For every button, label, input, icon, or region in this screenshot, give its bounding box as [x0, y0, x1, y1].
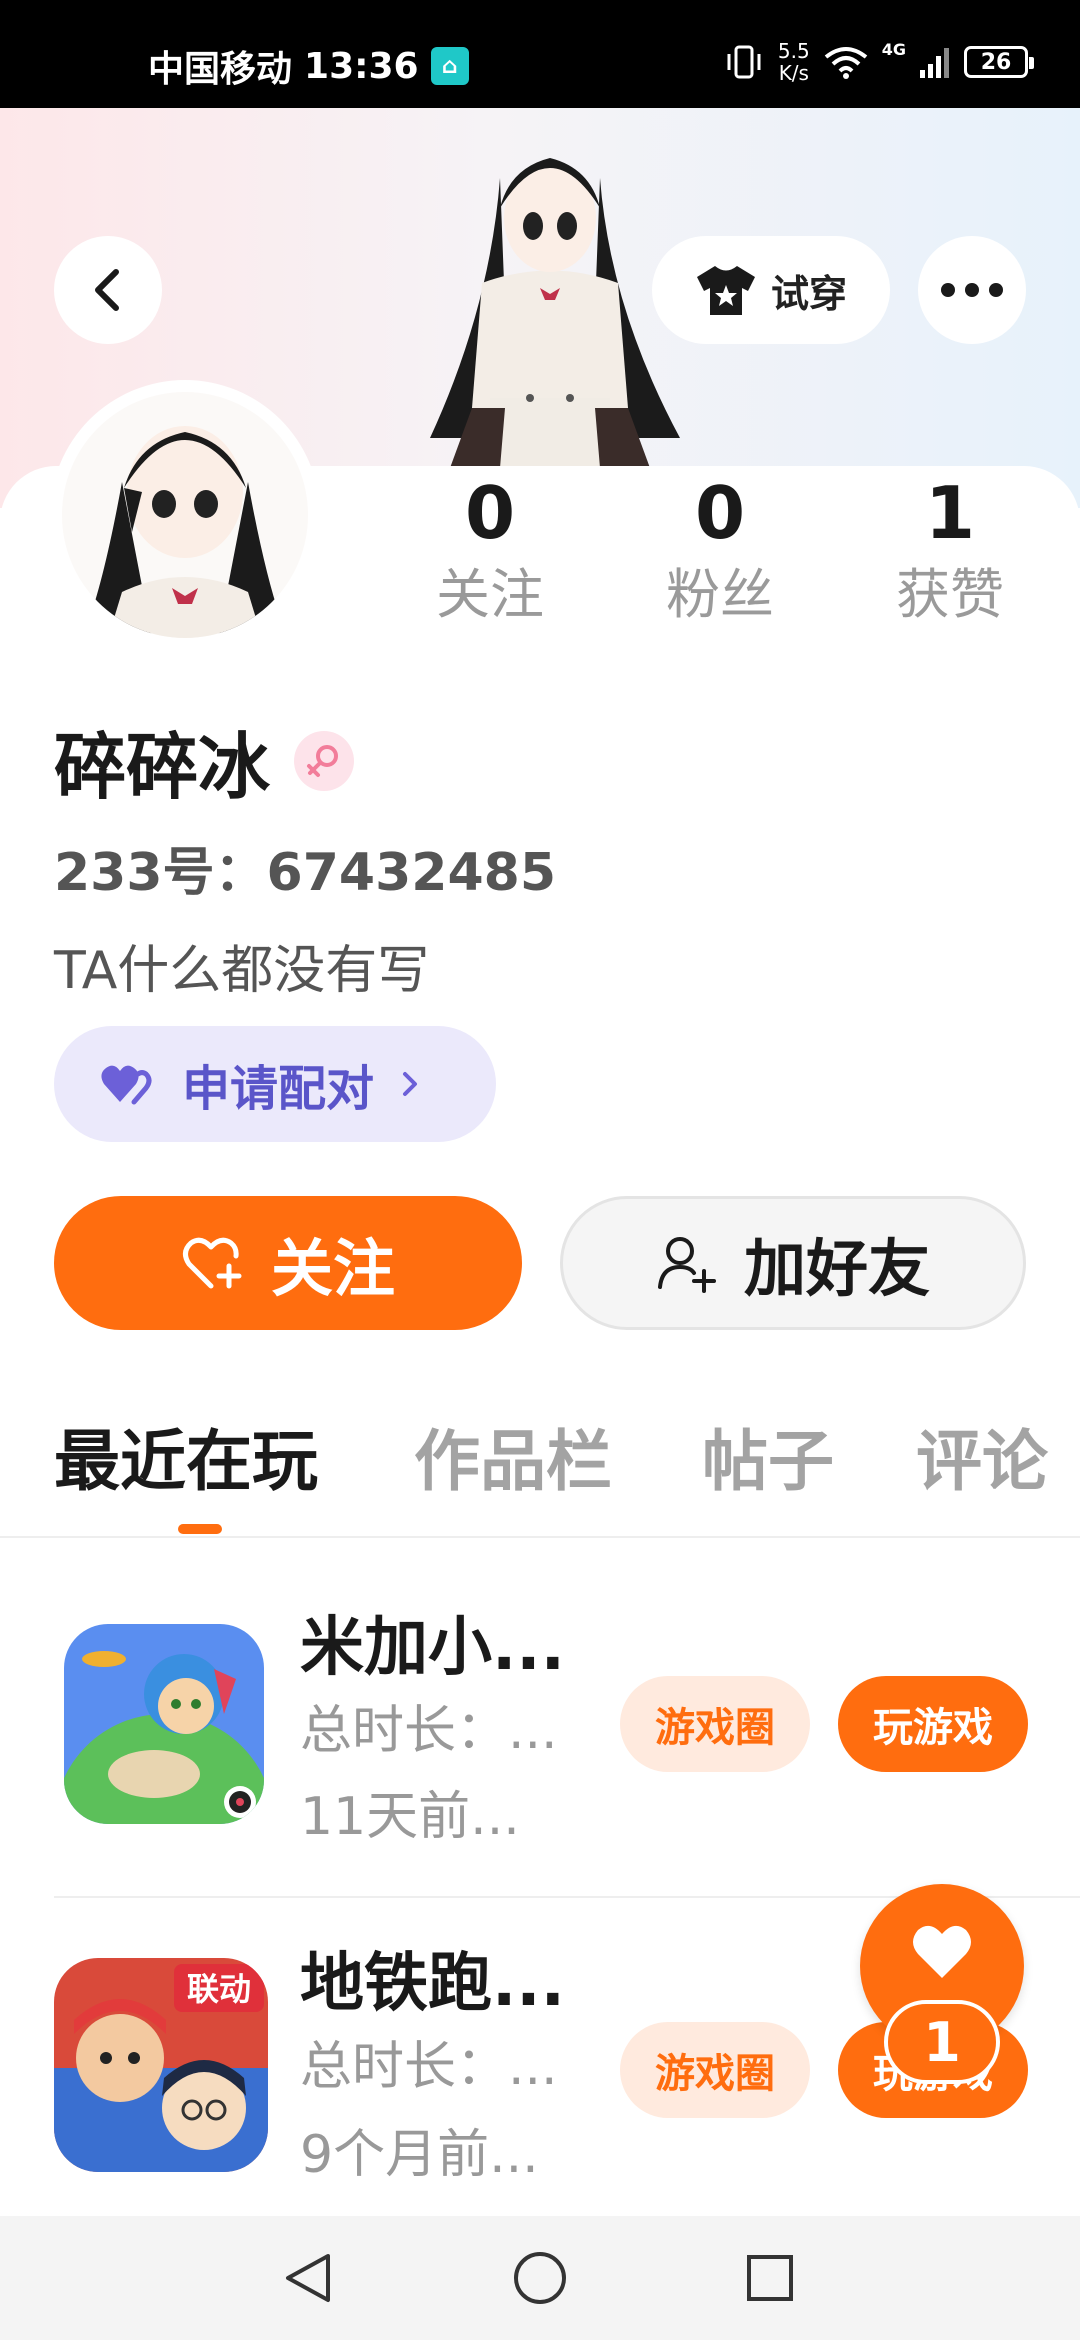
game-icon-miga	[64, 1624, 264, 1824]
square-recents-icon	[747, 2255, 793, 2301]
nav-back-button[interactable]	[276, 2246, 340, 2310]
status-left: 中国移动 13:36 ⌂	[148, 40, 469, 92]
apply-pair-label: 申请配对	[182, 1061, 375, 1117]
network-type: 4G	[881, 40, 906, 59]
nav-recents-button[interactable]	[738, 2246, 802, 2310]
game-icon-badge: 联动	[187, 1970, 251, 2008]
signal-icon	[920, 48, 949, 78]
net-speed-value: 5.5	[777, 39, 810, 63]
game-icon-subway: 联动	[54, 1958, 268, 2172]
username: 碎碎冰	[54, 725, 271, 809]
net-speed: 5.5 K/s	[778, 40, 810, 84]
apply-pair-button[interactable]: 申请配对	[54, 1026, 496, 1142]
back-button[interactable]	[54, 236, 162, 344]
heart-icon	[913, 1925, 971, 1978]
game-last-played: 11天前...	[300, 1787, 520, 1847]
user-id: 233号：67432485	[54, 830, 556, 905]
game-last-played: 9个月前...	[300, 2125, 539, 2185]
add-friend-label: 加好友	[743, 1232, 930, 1305]
tab-recently-played[interactable]: 最近在玩	[54, 1418, 318, 1506]
net-speed-unit: K/s	[778, 61, 809, 85]
battery-level: 26	[980, 49, 1012, 75]
game-circle-button[interactable]: 游戏圈	[620, 2022, 810, 2118]
profile-tabs: 最近在玩 作品栏 帖子 评论	[0, 1418, 1080, 1538]
female-icon	[294, 730, 355, 791]
triangle-back-icon	[286, 2254, 330, 2302]
circle-home-icon	[514, 2252, 566, 2304]
stat-fans[interactable]: 0 粉丝	[630, 470, 810, 630]
tab-comments[interactable]: 评论	[916, 1418, 1048, 1506]
nav-home-button[interactable]	[508, 2246, 572, 2310]
add-friend-button[interactable]: 加好友	[560, 1196, 1026, 1330]
active-tab-indicator	[178, 1524, 222, 1534]
stat-following-label: 关注	[436, 563, 544, 626]
tab-posts[interactable]: 帖子	[702, 1418, 834, 1506]
tshirt-star-icon	[696, 266, 755, 315]
game-name: 米加小...	[300, 1611, 565, 1685]
stat-likes[interactable]: 1 获赞	[860, 470, 1040, 630]
heart-plus-icon	[182, 1237, 242, 1289]
list-item[interactable]: 米加小... 总时长：... 11天前... 游戏圈 玩游戏	[54, 1572, 1080, 1902]
like-count-badge: 1	[884, 2000, 1000, 2084]
more-dots-icon	[941, 283, 1003, 297]
stat-likes-label: 获赞	[896, 563, 1004, 626]
game-playtime: 总时长：...	[300, 2037, 558, 2097]
game-name: 地铁跑...	[300, 1947, 565, 2021]
user-id-value: 67432485	[266, 843, 556, 903]
user-id-label: 233号：	[54, 843, 267, 903]
clock: 13:36	[304, 45, 419, 87]
game-playtime: 总时长：...	[300, 1701, 558, 1761]
tryon-button[interactable]: 试穿	[652, 236, 890, 344]
system-nav-bar	[0, 2216, 1080, 2340]
more-button[interactable]	[918, 236, 1026, 344]
tab-works[interactable]: 作品栏	[414, 1418, 612, 1506]
chevron-left-icon	[95, 269, 119, 311]
double-heart-icon	[101, 1065, 152, 1105]
tryon-label: 试穿	[770, 271, 847, 316]
follow-label: 关注	[270, 1232, 395, 1305]
chevron-right-icon	[403, 1072, 418, 1096]
battery-indicator: 26	[964, 46, 1034, 78]
status-right: 5.5 K/s 4G 26	[724, 40, 1034, 84]
avatar-image	[62, 392, 308, 638]
play-game-button[interactable]: 玩游戏	[838, 1676, 1028, 1772]
game-circle-button[interactable]: 游戏圈	[620, 1676, 810, 1772]
username-row: 碎碎冰	[54, 708, 355, 813]
stat-following[interactable]: 0 关注	[400, 470, 580, 630]
person-plus-icon	[657, 1237, 716, 1293]
stat-fans-value: 0	[694, 471, 746, 555]
avatar[interactable]	[50, 380, 320, 650]
carrier-name: 中国移动	[148, 49, 293, 90]
stat-following-value: 0	[464, 471, 516, 555]
vibrate-icon	[727, 45, 761, 79]
status-bar: 中国移动 13:36 ⌂ 5.5 K/s 4G 26	[0, 0, 1080, 108]
wifi-icon	[824, 47, 867, 79]
user-bio: TA什么都没有写	[54, 941, 430, 1001]
home-app-icon: ⌂	[430, 47, 469, 85]
follow-button[interactable]: 关注	[54, 1196, 522, 1330]
stat-likes-value: 1	[924, 471, 976, 555]
stat-fans-label: 粉丝	[666, 563, 774, 626]
